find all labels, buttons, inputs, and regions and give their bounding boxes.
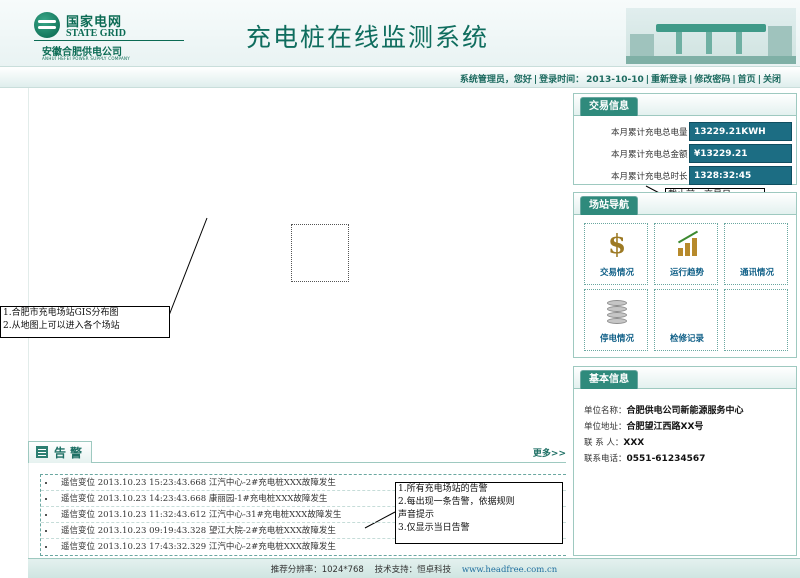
- info-value: 合肥供电公司新能源服务中心: [626, 406, 744, 416]
- alarm-panel-header: 告警 更多>>: [28, 441, 566, 463]
- panel-header: 交易信息: [574, 94, 796, 116]
- alarm-annotation: 1.所有充电场站的告警 2.每出现一条告警，依据规则 声音提示 3.仅显示当日告…: [395, 482, 563, 544]
- footer-support: 技术支持：恒卓科技: [374, 565, 452, 575]
- basic-info-title: 基本信息: [580, 370, 638, 389]
- company-name-en: ANHUI HEFEI POWER SUPPLY COMPANY: [42, 56, 131, 61]
- trade-row-amount: 本月累计充电总金额： ¥13229.21: [574, 144, 798, 164]
- map-annotation-line1: 1.合肥市充电场站GIS分布图: [3, 308, 119, 318]
- relogin-link[interactable]: 重新登录: [651, 75, 687, 85]
- login-time-label: 登录时间：: [539, 75, 585, 85]
- state-grid-logo: 国家电网 STATE GRID 安徽合肥供电公司 ANHUI HEFEI POW…: [26, 8, 186, 61]
- alarm-row-text: 遥信变位 2013.10.23 17:43:32.329 江汽中心-2#充电桩X…: [61, 542, 336, 552]
- close-link[interactable]: 关闭: [763, 75, 781, 85]
- logo-text-en: STATE GRID: [66, 28, 126, 39]
- trade-label: 本月累计充电总金额：: [610, 150, 696, 160]
- home-link[interactable]: 首页: [738, 75, 756, 85]
- nav-empty-cell: [724, 289, 788, 351]
- nav-label: 通讯情况: [739, 268, 774, 278]
- trade-info-title: 交易信息: [580, 97, 638, 116]
- trend-chart-icon: [675, 230, 699, 258]
- dollar-icon: $: [607, 230, 627, 260]
- alarm-row-text: 遥信变位 2013.10.23 15:23:43.668 江汽中心-2#充电桩X…: [61, 478, 336, 488]
- separator: |: [645, 75, 650, 85]
- system-title: 充电桩在线监测系统: [246, 23, 490, 52]
- charging-station-illustration: [626, 8, 796, 64]
- change-password-link[interactable]: 修改密码: [694, 75, 730, 85]
- info-label: 联系电话：: [584, 454, 627, 464]
- info-label: 单位地址：: [584, 422, 627, 432]
- trade-info-panel: 交易信息 本月累计充电总电量： 13229.21KWH 本月累计充电总金额： ¥…: [573, 93, 797, 185]
- nav-outage[interactable]: 停电情况: [584, 289, 648, 351]
- info-label: 联 系 人：: [584, 438, 624, 448]
- map-annotation-line2: 2.从地图上可以进入各个场站: [3, 321, 120, 331]
- info-row-contact: 联 系 人：XXX: [584, 435, 794, 451]
- alarm-row-text: 遥信变位 2013.10.23 14:23:43.668 康丽园-1#充电桩XX…: [61, 494, 328, 504]
- trade-value: 13229.21KWH: [689, 122, 792, 141]
- info-row-phone: 联系电话：0551-61234567: [584, 451, 794, 467]
- footer-url[interactable]: www.headfree.com.cn: [462, 565, 557, 575]
- nav-trade-status[interactable]: $ 交易情况: [584, 223, 648, 285]
- separator: |: [757, 75, 761, 85]
- map-annotation: 1.合肥市充电场站GIS分布图 2.从地图上可以进入各个场站: [0, 306, 170, 338]
- trade-label: 本月累计充电总电量：: [610, 128, 696, 138]
- info-row-address: 单位地址：合肥望江西路XX号: [584, 419, 794, 435]
- info-value: 0551-61234567: [626, 454, 706, 464]
- nav-comm-status[interactable]: 通讯情况: [724, 223, 788, 285]
- top-nav-links: 系统管理员，您好 | 登录时间： 2013-10-10 | 重新登录 | 修改密码 | 首页 | 关闭: [459, 72, 782, 85]
- panel-header: 基本信息: [574, 367, 796, 389]
- map-placeholder[interactable]: [291, 224, 349, 282]
- alarm-title: 告警: [54, 446, 87, 460]
- login-time: 2013-10-10: [586, 75, 644, 85]
- nav-label: 交易情况: [599, 268, 634, 278]
- separator: |: [533, 75, 538, 85]
- nav-label: 停电情况: [599, 334, 634, 344]
- alarm-annotation-line4: 3.仅显示当日告警: [398, 523, 470, 533]
- info-value: XXX: [623, 438, 645, 448]
- basic-info-panel: 基本信息 单位名称：合肥供电公司新能源服务中心 单位地址：合肥望江西路XX号 联…: [573, 366, 797, 556]
- station-nav-panel: 场站导航 $ 交易情况 运行趋势 通讯情况 停电情况 检修记录: [573, 192, 797, 358]
- alarm-annotation-line2: 2.每出现一条告警，依据规则: [398, 497, 515, 507]
- alarm-annotation-line1: 1.所有充电场站的告警: [398, 484, 488, 494]
- coin-stack-icon: [605, 298, 629, 324]
- trade-row-energy: 本月累计充电总电量： 13229.21KWH: [574, 122, 798, 142]
- alarm-row-text: 遥信变位 2013.10.23 09:19:43.328 望江大院-2#充电桩X…: [61, 526, 336, 536]
- user-greeting: 系统管理员，您好: [459, 75, 532, 85]
- nav-label: 运行趋势: [669, 268, 704, 278]
- page-header: 国家电网 STATE GRID 安徽合肥供电公司 ANHUI HEFEI POW…: [0, 0, 800, 66]
- alarm-list-icon: [36, 446, 48, 458]
- trade-value: ¥13229.21: [689, 144, 792, 163]
- trade-value: 1328:32:45: [689, 166, 792, 185]
- nav-maintenance[interactable]: 检修记录: [654, 289, 718, 351]
- nav-label: 检修记录: [669, 334, 704, 344]
- panel-header: 场站导航: [574, 193, 796, 215]
- trade-label: 本月累计充电总时长：: [610, 172, 696, 182]
- info-label: 单位名称：: [584, 406, 627, 416]
- alarm-row-text: 遥信变位 2013.10.23 11:32:43.612 江汽中心-31#充电桩…: [61, 510, 342, 520]
- info-row-unit-name: 单位名称：合肥供电公司新能源服务中心: [584, 403, 794, 419]
- separator: |: [689, 75, 693, 85]
- logo-divider: [34, 40, 184, 41]
- alarm-more-link[interactable]: 更多>>: [533, 446, 566, 459]
- top-nav-bar: 系统管理员，您好 | 登录时间： 2013-10-10 | 重新登录 | 修改密码 | 首页 | 关闭: [0, 66, 800, 88]
- gis-map-area[interactable]: [28, 92, 566, 438]
- separator: |: [732, 75, 736, 85]
- trade-row-duration: 本月累计充电总时长： 1328:32:45: [574, 166, 798, 186]
- alarm-annotation-line3: 声音提示: [398, 510, 435, 520]
- nav-run-trend[interactable]: 运行趋势: [654, 223, 718, 285]
- page-footer: 推荐分辨率：1024*768 技术支持：恒卓科技 www.headfree.co…: [28, 558, 800, 578]
- info-value: 合肥望江西路XX号: [626, 422, 704, 432]
- state-grid-globe-icon: [34, 12, 60, 38]
- station-nav-title: 场站导航: [580, 196, 638, 215]
- footer-resolution: 推荐分辨率：1024*768: [270, 565, 364, 575]
